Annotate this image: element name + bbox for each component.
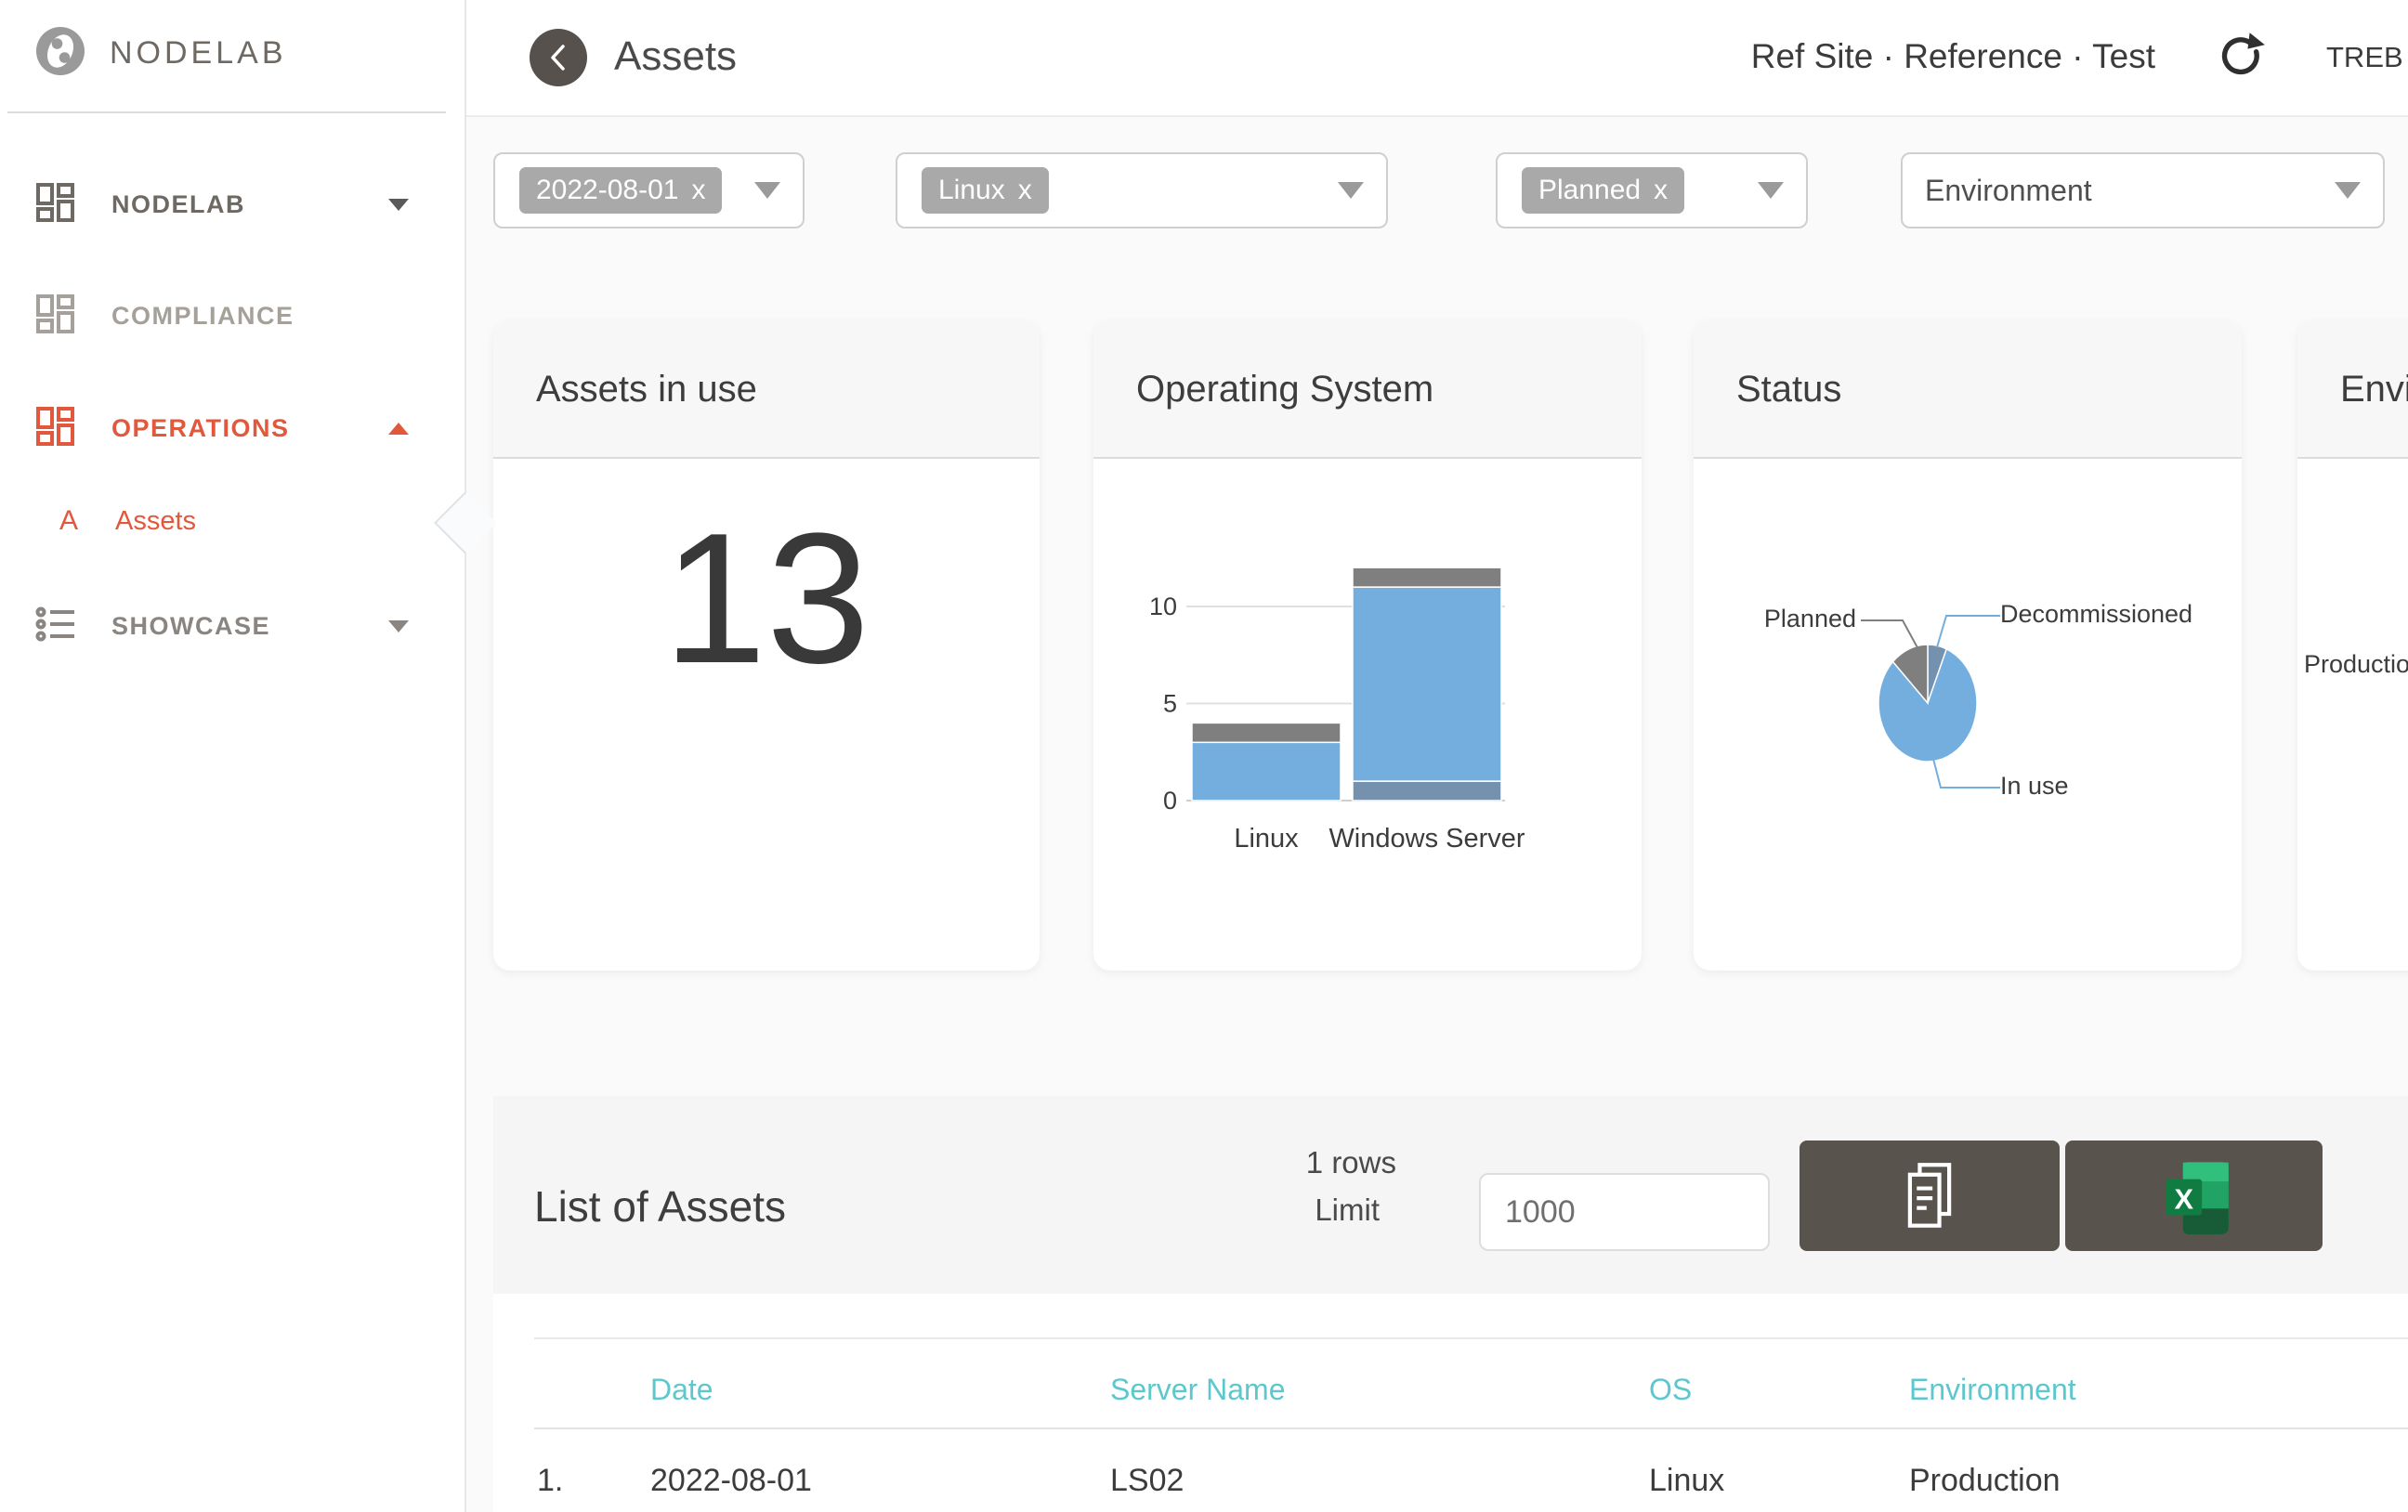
pie-label-production: Production (2304, 650, 2408, 679)
card-title: Environment (2340, 369, 2408, 411)
breadcrumb: Ref Site · Reference · Test (1751, 37, 2155, 76)
os-bar-chart: 0 5 10 Linux Windows Server (1093, 483, 1642, 929)
grid-icon (35, 406, 76, 451)
cell-environment: Production (1909, 1463, 2061, 1499)
filter-os-dropdown[interactable]: Linux x (896, 152, 1388, 228)
status-pie-chart (1694, 483, 2242, 929)
sidebar-item-showcase[interactable]: SHOWCASE (0, 598, 465, 654)
pie-label-planned: Planned (1670, 605, 1856, 633)
filter-environment-dropdown[interactable]: Environment (1901, 152, 2385, 228)
export-excel-button[interactable]: X (2065, 1141, 2323, 1251)
sidebar-item-operations[interactable]: OPERATIONS (0, 400, 465, 456)
svg-text:5: 5 (1163, 690, 1177, 718)
cell-os: Linux (1649, 1463, 1724, 1499)
list-icon (35, 604, 76, 649)
filter-chip-os[interactable]: Linux x (922, 167, 1049, 214)
brand[interactable]: NODELAB (35, 26, 287, 81)
column-header-date[interactable]: Date (650, 1373, 713, 1407)
card-header: Assets in use (493, 320, 1040, 459)
caret-down-icon (388, 199, 409, 211)
filter-status-dropdown[interactable]: Planned x (1496, 152, 1808, 228)
sidebar-item-label: NODELAB (111, 190, 245, 219)
rows-count: 1 rows (1115, 1145, 1396, 1180)
pie-label-decommissioned: Decommissioned (2000, 600, 2192, 629)
brand-logo-icon (35, 26, 85, 81)
chip-label: 2022-08-01 (536, 175, 678, 206)
card-header: Environment (2297, 320, 2408, 459)
sidebar-item-label: OPERATIONS (111, 414, 290, 443)
card-header: Status (1694, 320, 2242, 459)
filter-chip-date[interactable]: 2022-08-01 x (519, 167, 722, 214)
excel-icon: X (2154, 1156, 2234, 1236)
copy-table-button[interactable] (1799, 1141, 2060, 1251)
page-title: Assets (614, 33, 737, 80)
filter-placeholder: Environment (1925, 174, 2092, 208)
card-environment: Environment (2297, 320, 2408, 971)
card-title: Assets in use (536, 369, 757, 411)
user-menu[interactable]: TREB (2326, 41, 2403, 74)
limit-label: Limit (1115, 1193, 1380, 1228)
caret-down-icon (388, 620, 409, 632)
caret-up-icon (388, 423, 409, 435)
grid-icon (35, 293, 76, 339)
sidebar-item-label: COMPLIANCE (111, 302, 294, 331)
card-title: Status (1736, 369, 1841, 411)
refresh-button[interactable] (2218, 30, 2267, 78)
cell-server-name: LS02 (1110, 1463, 1184, 1499)
table-header-border (534, 1427, 2408, 1429)
card-header: Operating System (1093, 320, 1642, 459)
column-header-environment[interactable]: Environment (1909, 1373, 2076, 1407)
svg-text:0: 0 (1163, 787, 1177, 815)
topbar: Assets Ref Site · Reference · Test TREB (465, 0, 2408, 117)
svg-text:X: X (2174, 1182, 2193, 1215)
sidebar-subitem-assets[interactable]: A Assets (0, 495, 465, 547)
list-title: List of Assets (534, 1181, 786, 1232)
sidebar: NODELAB NODELAB COMPLIANCE (0, 0, 466, 1512)
limit-input[interactable] (1479, 1173, 1770, 1251)
app: NODELAB NODELAB COMPLIANCE (0, 0, 2408, 1512)
svg-text:10: 10 (1149, 593, 1177, 620)
grid-icon (35, 182, 76, 228)
cell-date: 2022-08-01 (650, 1463, 812, 1499)
pie-label-in-use: In use (2000, 772, 2069, 801)
dropdown-arrow-icon (2335, 182, 2361, 199)
chip-remove[interactable]: x (1018, 175, 1032, 206)
sidebar-item-label: SHOWCASE (111, 612, 270, 641)
chip-label: Planned (1538, 175, 1641, 206)
filter-date-dropdown[interactable]: 2022-08-01 x (493, 152, 805, 228)
subitem-abbr: A (59, 505, 78, 537)
back-button[interactable] (530, 29, 587, 86)
sidebar-item-nodelab[interactable]: NODELAB (0, 176, 465, 232)
dropdown-arrow-icon (1758, 182, 1784, 199)
brand-name: NODELAB (110, 35, 287, 72)
chip-remove[interactable]: x (691, 175, 705, 206)
row-number: 1. (537, 1463, 563, 1499)
filter-chip-status[interactable]: Planned x (1522, 167, 1684, 214)
column-header-os[interactable]: OS (1649, 1373, 1692, 1407)
card-assets-in-use: Assets in use 13 (493, 320, 1040, 971)
sidebar-item-compliance[interactable]: COMPLIANCE (0, 288, 465, 344)
chip-remove[interactable]: x (1654, 175, 1668, 206)
copy-icon (1900, 1161, 1959, 1232)
chip-label: Linux (938, 175, 1005, 206)
sidebar-divider (7, 111, 446, 113)
card-title: Operating System (1136, 369, 1433, 411)
table-top-border (534, 1337, 2408, 1339)
svg-text:Linux: Linux (1234, 824, 1299, 854)
svg-text:Windows Server: Windows Server (1328, 824, 1525, 854)
chevron-left-icon (530, 29, 587, 86)
assets-in-use-value: 13 (493, 506, 1040, 692)
subitem-label: Assets (115, 506, 196, 537)
column-header-server-name[interactable]: Server Name (1110, 1373, 1286, 1407)
refresh-icon (2218, 30, 2267, 78)
dropdown-arrow-icon (754, 182, 780, 199)
dropdown-arrow-icon (1338, 182, 1364, 199)
